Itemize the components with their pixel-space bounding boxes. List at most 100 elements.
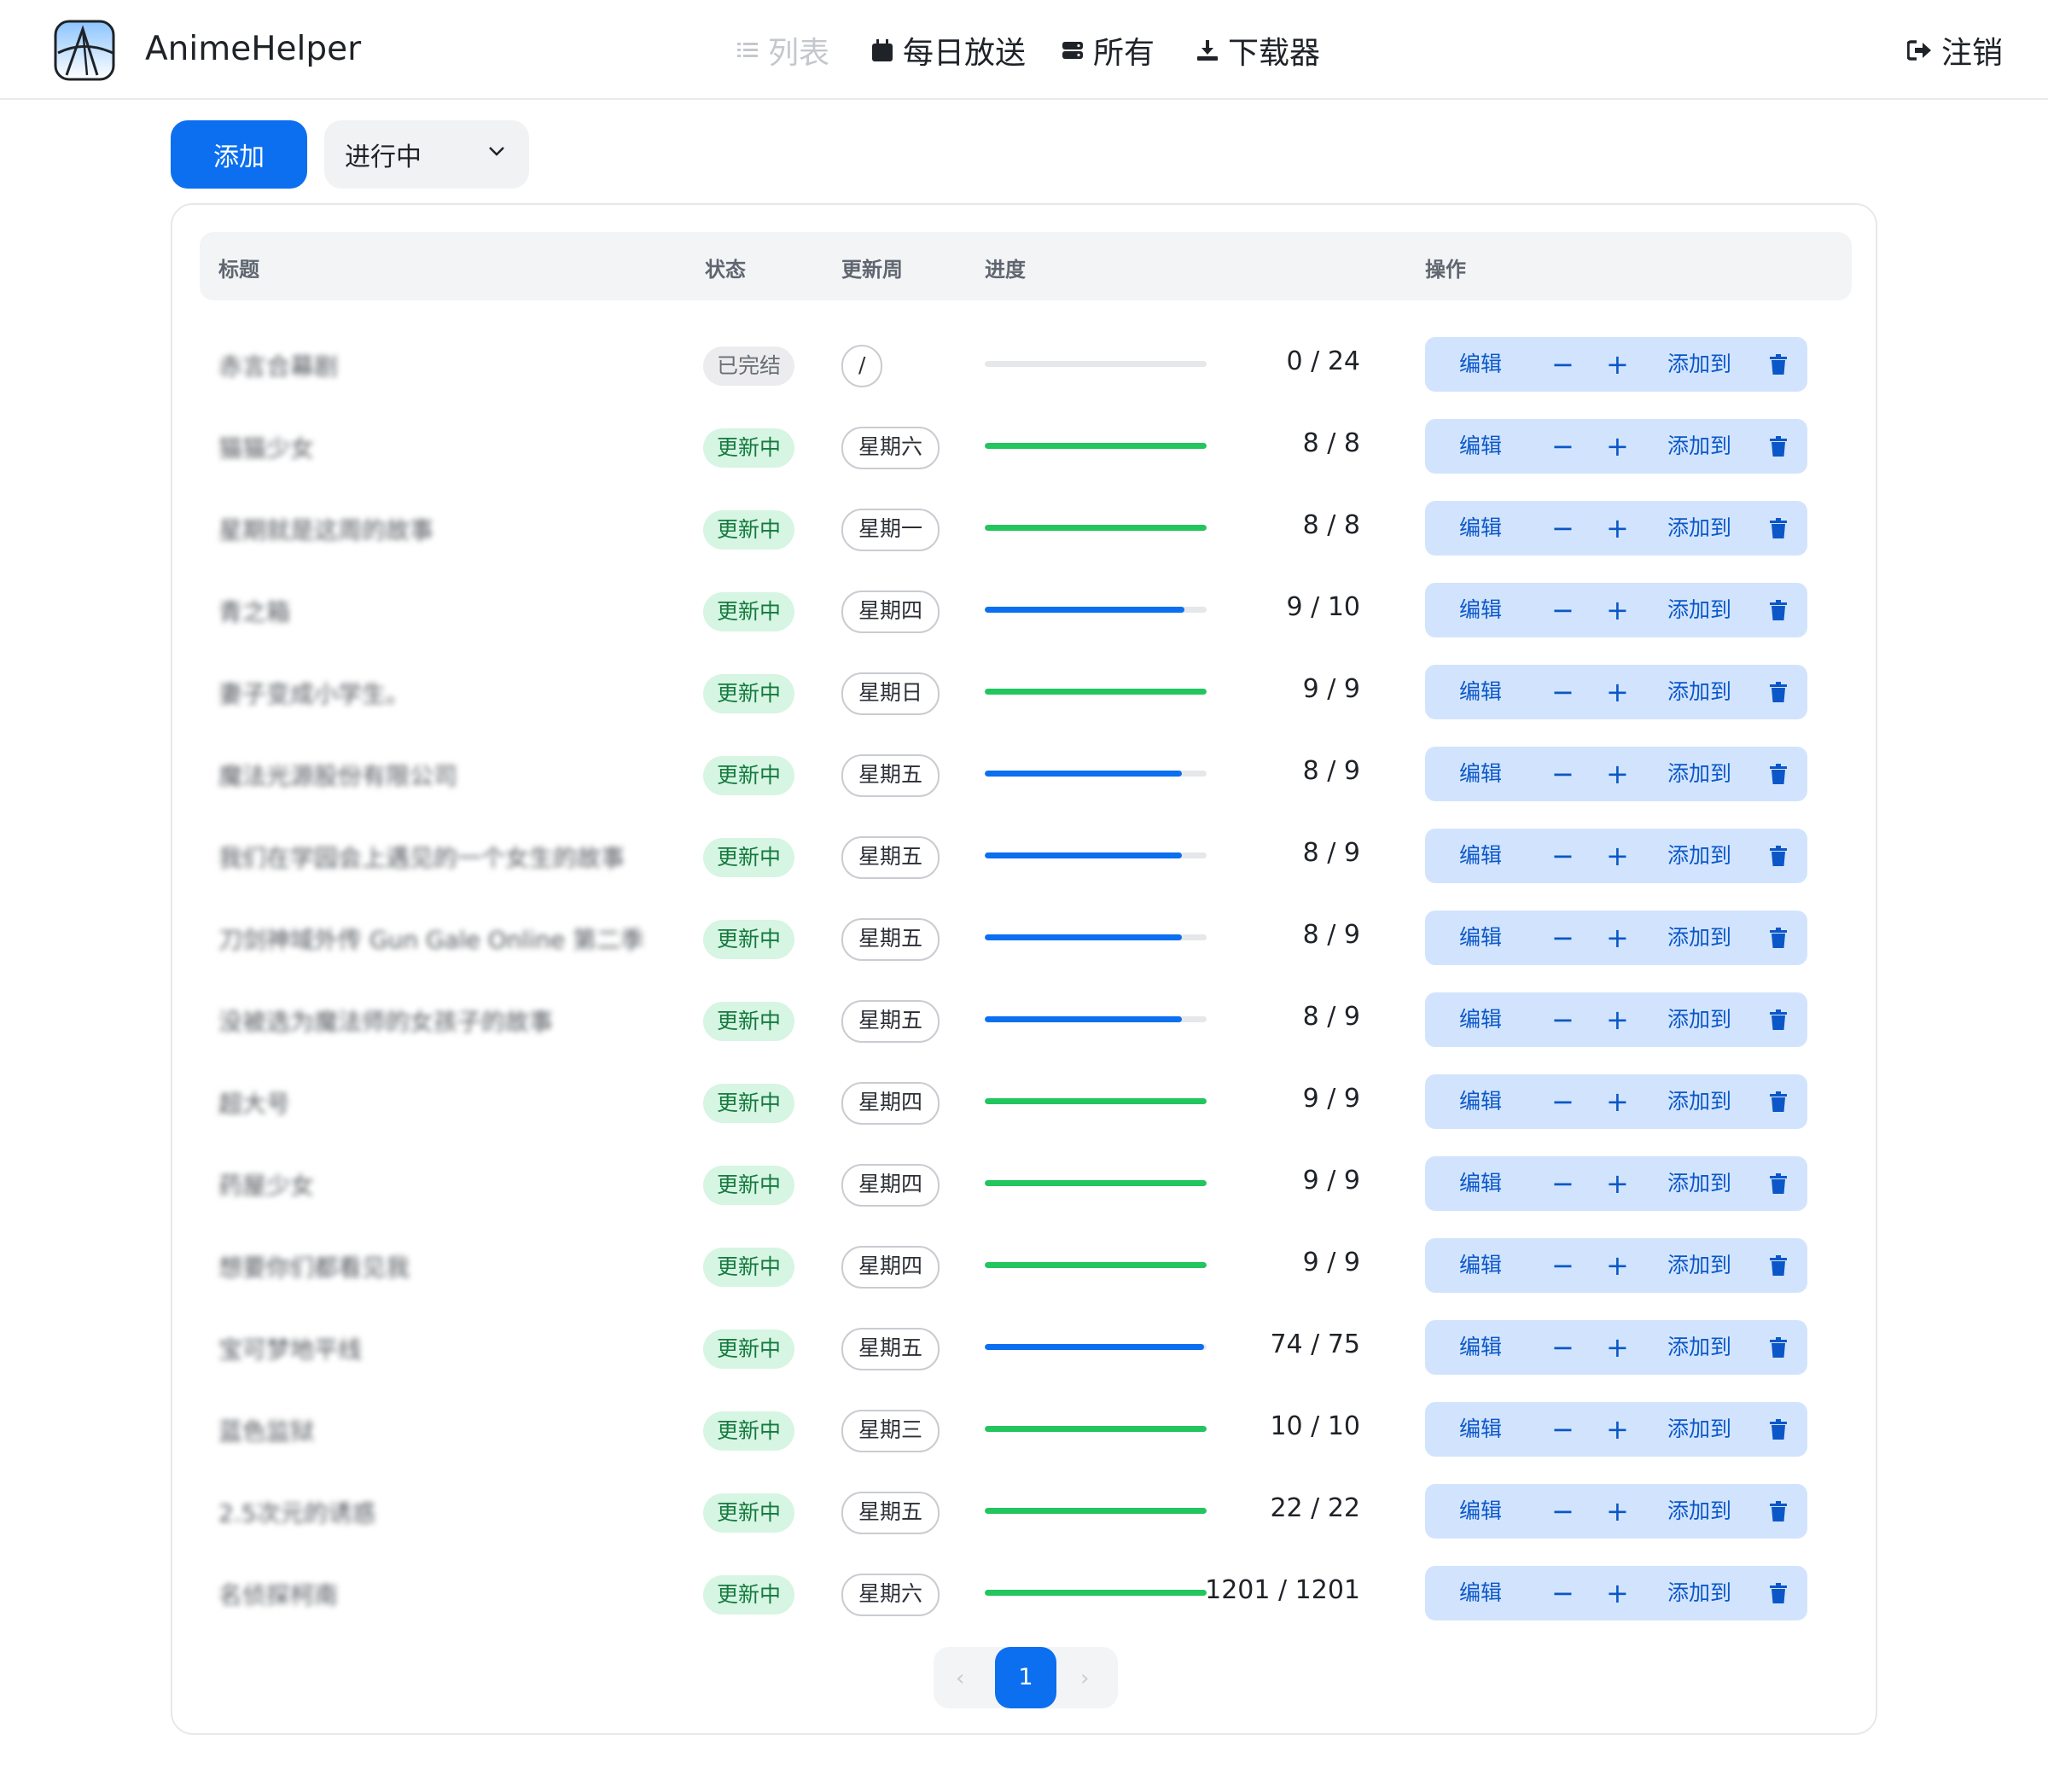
add-to-button[interactable]: 添加到 xyxy=(1667,1484,1731,1539)
add-to-button[interactable]: 添加到 xyxy=(1667,1320,1731,1375)
decrement-button[interactable]: − xyxy=(1551,829,1574,883)
nav-list[interactable]: 列表 xyxy=(737,29,829,72)
add-to-button[interactable]: 添加到 xyxy=(1667,419,1731,474)
add-to-button[interactable]: 添加到 xyxy=(1667,1238,1731,1293)
edit-button[interactable]: 编辑 xyxy=(1459,1074,1502,1129)
trash-icon[interactable] xyxy=(1770,928,1787,948)
page-1-button[interactable]: 1 xyxy=(995,1647,1056,1708)
edit-button[interactable]: 编辑 xyxy=(1459,1402,1502,1457)
trash-icon[interactable] xyxy=(1770,1337,1787,1358)
increment-button[interactable]: + xyxy=(1606,1156,1629,1211)
increment-button[interactable]: + xyxy=(1606,992,1629,1047)
edit-button[interactable]: 编辑 xyxy=(1459,501,1502,556)
decrement-button[interactable]: − xyxy=(1551,583,1574,637)
edit-button[interactable]: 编辑 xyxy=(1459,1156,1502,1211)
edit-button[interactable]: 编辑 xyxy=(1459,665,1502,719)
nav-downloader[interactable]: 下载器 xyxy=(1197,29,1320,72)
increment-button[interactable]: + xyxy=(1606,747,1629,801)
increment-button[interactable]: + xyxy=(1606,911,1629,965)
add-to-button[interactable]: 添加到 xyxy=(1667,1156,1731,1211)
trash-icon[interactable] xyxy=(1770,354,1787,375)
edit-button[interactable]: 编辑 xyxy=(1459,1238,1502,1293)
anime-title[interactable]: 超大号 xyxy=(218,1085,290,1120)
decrement-button[interactable]: − xyxy=(1551,1320,1574,1375)
edit-button[interactable]: 编辑 xyxy=(1459,911,1502,965)
trash-icon[interactable] xyxy=(1770,600,1787,620)
add-to-button[interactable]: 添加到 xyxy=(1667,992,1731,1047)
increment-button[interactable]: + xyxy=(1606,1320,1629,1375)
increment-button[interactable]: + xyxy=(1606,419,1629,474)
decrement-button[interactable]: − xyxy=(1551,501,1574,556)
decrement-button[interactable]: − xyxy=(1551,665,1574,719)
anime-title[interactable]: 我们在学园会上遇见的一个女生的故事 xyxy=(218,840,625,874)
trash-icon[interactable] xyxy=(1770,518,1787,538)
increment-button[interactable]: + xyxy=(1606,583,1629,637)
anime-title[interactable]: 刀剑神域外传 Gun Gale Online 第二季 xyxy=(218,922,644,956)
decrement-button[interactable]: − xyxy=(1551,911,1574,965)
edit-button[interactable]: 编辑 xyxy=(1459,747,1502,801)
trash-icon[interactable] xyxy=(1770,1173,1787,1194)
increment-button[interactable]: + xyxy=(1606,1074,1629,1129)
increment-button[interactable]: + xyxy=(1606,1566,1629,1620)
trash-icon[interactable] xyxy=(1770,846,1787,866)
increment-button[interactable]: + xyxy=(1606,665,1629,719)
trash-icon[interactable] xyxy=(1770,1255,1787,1276)
app-logo-icon[interactable] xyxy=(53,19,116,82)
increment-button[interactable]: + xyxy=(1606,337,1629,392)
anime-title[interactable]: 没被选为魔法师的女孩子的故事 xyxy=(218,1004,553,1038)
add-to-button[interactable]: 添加到 xyxy=(1667,501,1731,556)
app-title[interactable]: AnimeHelper xyxy=(145,30,361,68)
add-to-button[interactable]: 添加到 xyxy=(1667,583,1731,637)
status-filter-select[interactable]: 进行中 xyxy=(324,120,529,189)
trash-icon[interactable] xyxy=(1770,1583,1787,1603)
anime-title[interactable]: 星期就是这周的故事 xyxy=(218,512,433,546)
edit-button[interactable]: 编辑 xyxy=(1459,1320,1502,1375)
increment-button[interactable]: + xyxy=(1606,1484,1629,1539)
decrement-button[interactable]: − xyxy=(1551,1238,1574,1293)
add-to-button[interactable]: 添加到 xyxy=(1667,1074,1731,1129)
anime-title[interactable]: 2.5次元的诱惑 xyxy=(218,1495,376,1529)
decrement-button[interactable]: − xyxy=(1551,1484,1574,1539)
increment-button[interactable]: + xyxy=(1606,829,1629,883)
add-to-button[interactable]: 添加到 xyxy=(1667,747,1731,801)
edit-button[interactable]: 编辑 xyxy=(1459,1566,1502,1620)
trash-icon[interactable] xyxy=(1770,436,1787,457)
increment-button[interactable]: + xyxy=(1606,501,1629,556)
decrement-button[interactable]: − xyxy=(1551,747,1574,801)
anime-title[interactable]: 名侦探柯南 xyxy=(218,1577,338,1611)
add-to-button[interactable]: 添加到 xyxy=(1667,337,1731,392)
increment-button[interactable]: + xyxy=(1606,1238,1629,1293)
edit-button[interactable]: 编辑 xyxy=(1459,992,1502,1047)
trash-icon[interactable] xyxy=(1770,1419,1787,1440)
decrement-button[interactable]: − xyxy=(1551,1402,1574,1457)
prev-page-button[interactable]: ‹ xyxy=(956,1666,964,1691)
anime-title[interactable]: 想要你们都看见我 xyxy=(218,1249,410,1283)
edit-button[interactable]: 编辑 xyxy=(1459,583,1502,637)
logout-button[interactable]: 注销 xyxy=(1907,29,2003,72)
edit-button[interactable]: 编辑 xyxy=(1459,337,1502,392)
anime-title[interactable]: 妻子变成小学生。 xyxy=(218,676,410,710)
trash-icon[interactable] xyxy=(1770,1091,1787,1112)
increment-button[interactable]: + xyxy=(1606,1402,1629,1457)
anime-title[interactable]: 赤言合幕剧 xyxy=(218,348,338,382)
add-to-button[interactable]: 添加到 xyxy=(1667,665,1731,719)
edit-button[interactable]: 编辑 xyxy=(1459,829,1502,883)
anime-title[interactable]: 宝可梦地平线 xyxy=(218,1331,362,1365)
anime-title[interactable]: 蓝色监狱 xyxy=(218,1413,314,1447)
anime-title[interactable]: 药屋少女 xyxy=(218,1167,314,1201)
decrement-button[interactable]: − xyxy=(1551,1074,1574,1129)
next-page-button[interactable]: › xyxy=(1080,1666,1089,1691)
anime-title[interactable]: 魔法光源股份有限公司 xyxy=(218,758,457,792)
edit-button[interactable]: 编辑 xyxy=(1459,1484,1502,1539)
decrement-button[interactable]: − xyxy=(1551,992,1574,1047)
add-to-button[interactable]: 添加到 xyxy=(1667,1566,1731,1620)
trash-icon[interactable] xyxy=(1770,1009,1787,1030)
trash-icon[interactable] xyxy=(1770,682,1787,702)
anime-title[interactable]: 猫猫少女 xyxy=(218,430,314,464)
decrement-button[interactable]: − xyxy=(1551,1156,1574,1211)
trash-icon[interactable] xyxy=(1770,1501,1787,1521)
nav-all[interactable]: 所有 xyxy=(1062,29,1155,72)
add-to-button[interactable]: 添加到 xyxy=(1667,1402,1731,1457)
decrement-button[interactable]: − xyxy=(1551,1566,1574,1620)
add-to-button[interactable]: 添加到 xyxy=(1667,829,1731,883)
